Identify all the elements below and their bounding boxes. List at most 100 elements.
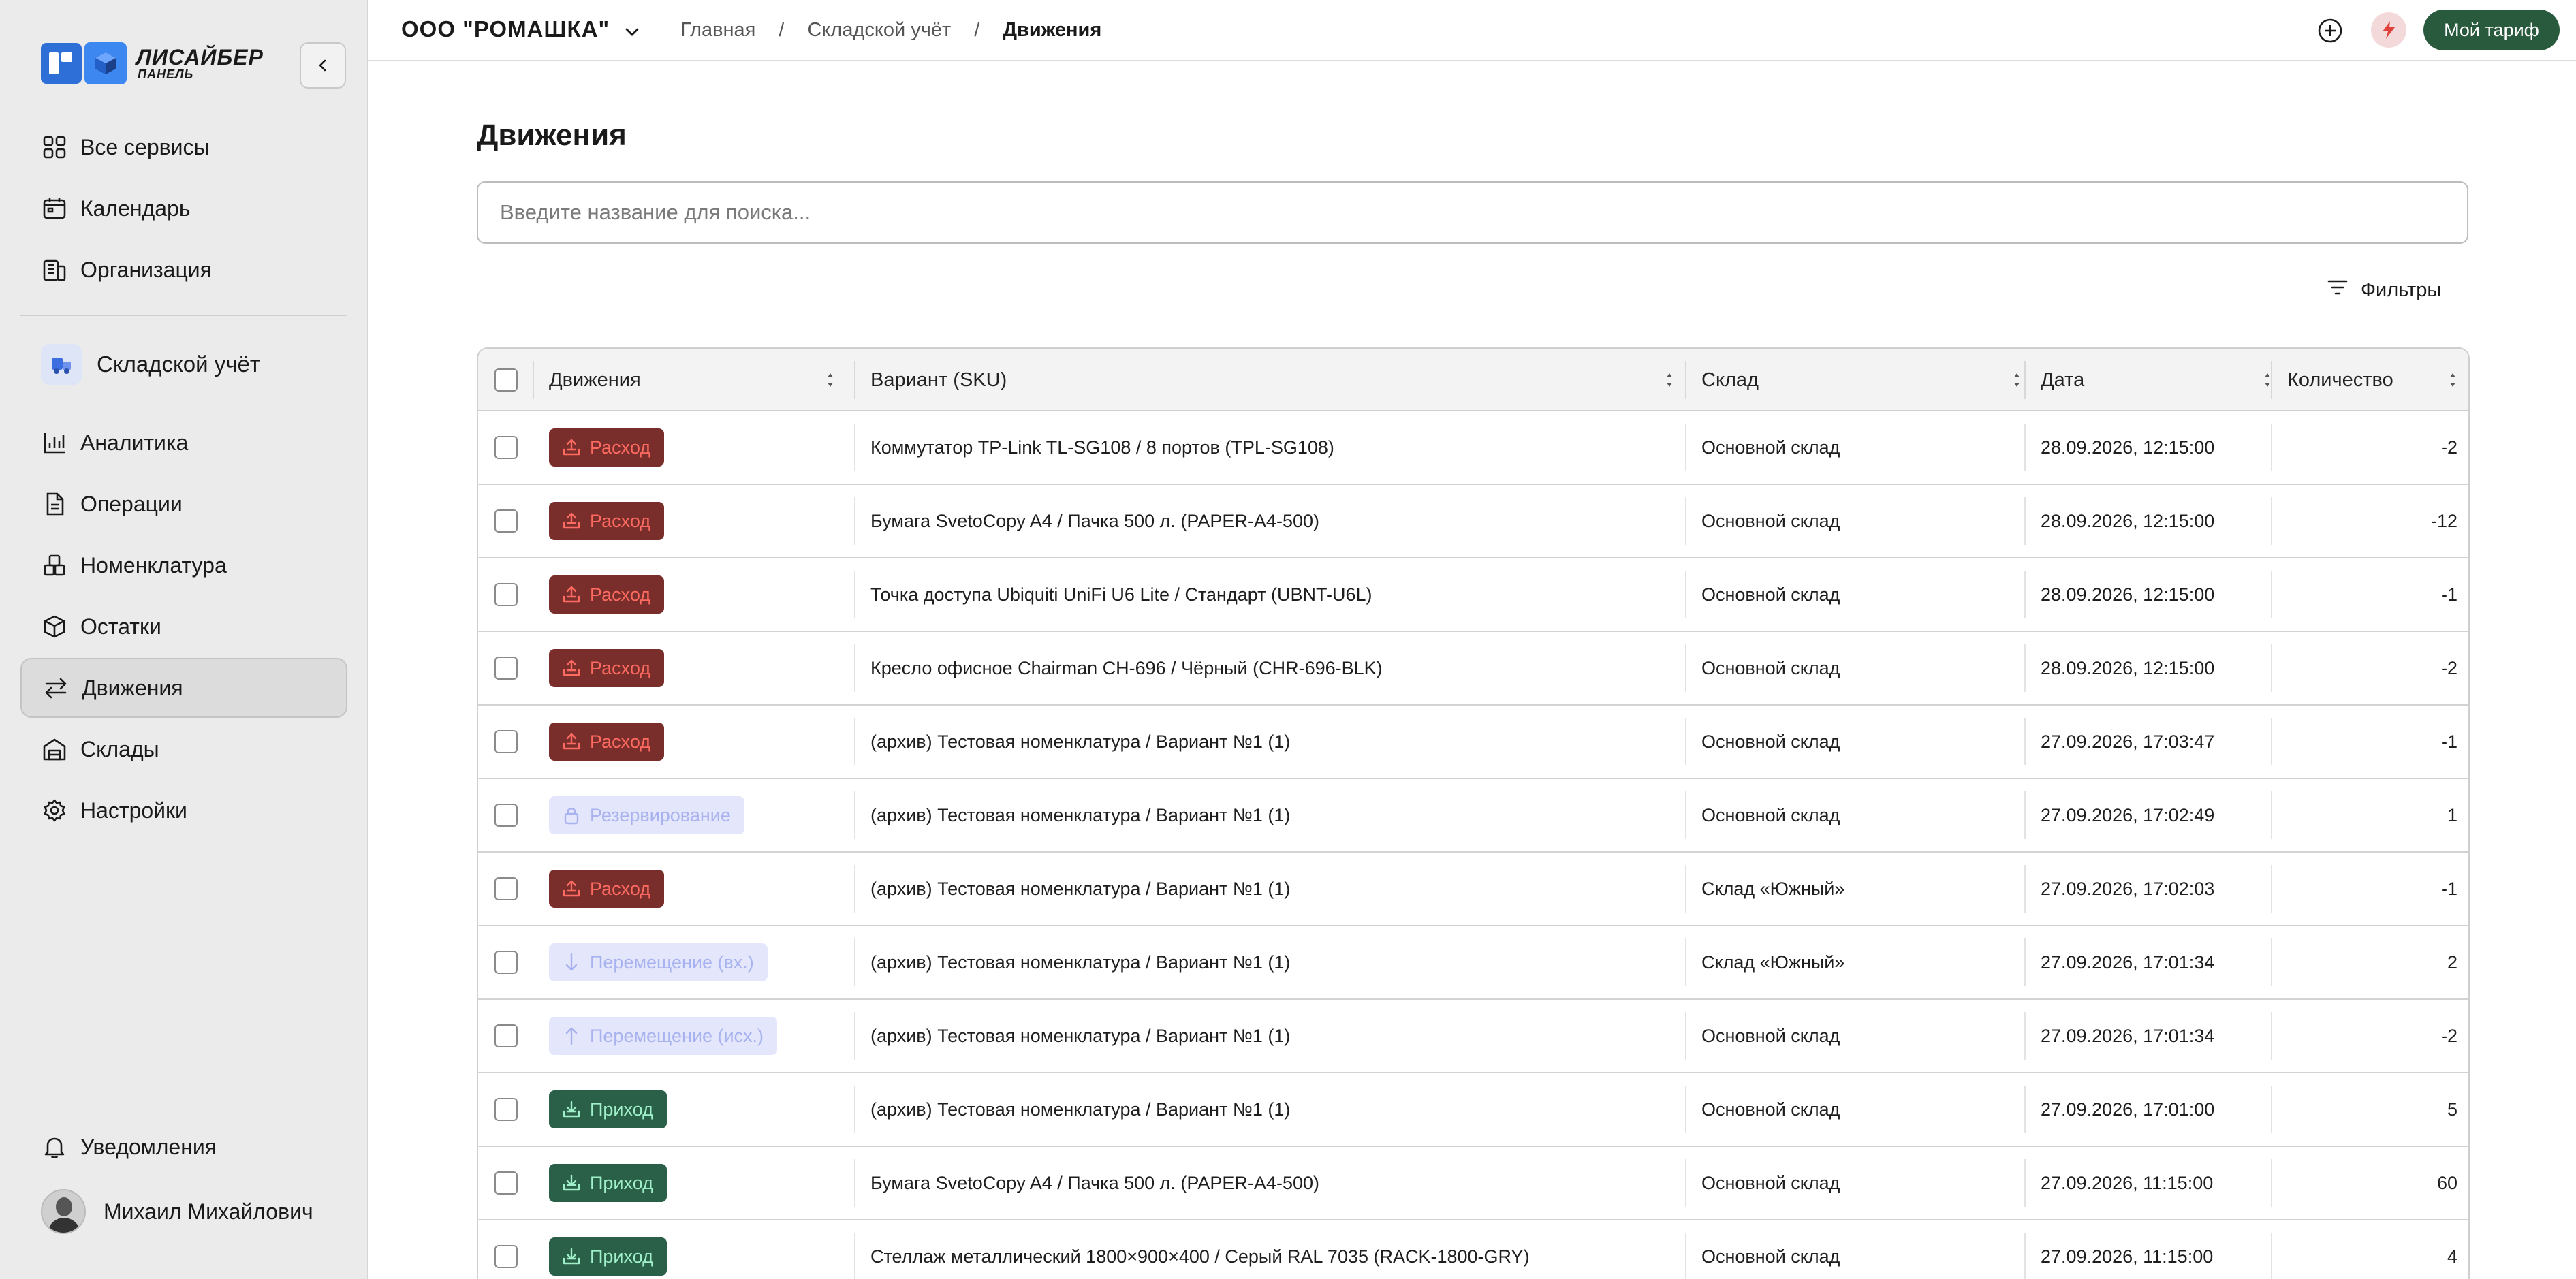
- row-checkbox[interactable]: [494, 951, 518, 974]
- cell-divider: [2024, 424, 2026, 471]
- warehouse-cell: Склад «Южный»: [1701, 878, 1845, 899]
- row-checkbox[interactable]: [494, 877, 518, 900]
- table-row[interactable]: Расход (архив) Тестовая номенклатура / Ва…: [478, 853, 2468, 926]
- cell-divider: [854, 424, 855, 471]
- movement-cell: Расход: [549, 706, 849, 778]
- search-input[interactable]: [477, 181, 2468, 244]
- my-tariff-button[interactable]: Мой тариф: [2423, 10, 2560, 50]
- warehouse-icon: [41, 736, 68, 763]
- calendar-icon: [41, 195, 68, 222]
- sku-cell: Бумага SvetoCopy A4 / Пачка 500 л. (PAPE…: [870, 1172, 1319, 1193]
- warehouse-cell: Основной склад: [1701, 1172, 1840, 1193]
- sku-cell: Бумага SvetoCopy A4 / Пачка 500 л. (PAPE…: [870, 510, 1319, 531]
- column-label: Количество: [2287, 368, 2393, 391]
- boxes-icon: [41, 552, 68, 579]
- row-checkbox[interactable]: [494, 730, 518, 753]
- table-row[interactable]: Приход Бумага SvetoCopy A4 / Пачка 500 л.…: [478, 1147, 2468, 1220]
- column-header-date[interactable]: Дата: [2041, 349, 2286, 411]
- sidebar-item-label: Уведомления: [80, 1134, 217, 1159]
- sidebar-item-analytics[interactable]: Аналитика: [20, 413, 347, 473]
- row-checkbox[interactable]: [494, 436, 518, 459]
- row-select-cell: [494, 1000, 522, 1072]
- cell-divider: [2271, 1086, 2272, 1133]
- row-checkbox[interactable]: [494, 1024, 518, 1047]
- org-selector[interactable]: ООО "РОМАШКА": [401, 16, 640, 42]
- sidebar-item-organization[interactable]: Организация: [20, 240, 347, 300]
- row-checkbox[interactable]: [494, 657, 518, 680]
- column-header-sku[interactable]: Вариант (SKU): [870, 349, 1688, 411]
- date-cell: 28.09.2026, 12:15:00: [2041, 584, 2215, 605]
- lightning-icon[interactable]: [2371, 12, 2406, 48]
- table-row[interactable]: Приход Стеллаж металлический 1800×900×400…: [478, 1220, 2468, 1279]
- sidebar-item-all-services[interactable]: Все сервисы: [20, 117, 347, 177]
- cell-divider: [854, 1086, 855, 1133]
- breadcrumb-warehouse[interactable]: Складской учёт: [807, 19, 951, 42]
- movement-badge: Приход: [549, 1237, 667, 1276]
- sidebar-item-label: Операции: [80, 491, 183, 516]
- movement-badge: Перемещение (исх.): [549, 1017, 778, 1055]
- cell-divider: [2271, 1159, 2272, 1207]
- table-row[interactable]: Резервирование (архив) Тестовая номенклат…: [478, 779, 2468, 853]
- quantity-cell: -1: [2440, 731, 2457, 752]
- row-checkbox[interactable]: [494, 1245, 518, 1268]
- cell-divider: [854, 718, 855, 765]
- breadcrumb-home[interactable]: Главная: [680, 19, 755, 42]
- row-checkbox[interactable]: [494, 509, 518, 533]
- cell-divider: [854, 938, 855, 986]
- quantity-cell: 4: [2447, 1246, 2457, 1267]
- add-circle-icon[interactable]: [2314, 15, 2346, 46]
- row-checkbox[interactable]: [494, 1098, 518, 1121]
- table-row[interactable]: Расход (архив) Тестовая номенклатура / Ва…: [478, 706, 2468, 779]
- row-checkbox[interactable]: [494, 1171, 518, 1195]
- table-row[interactable]: Перемещение (вх.) (архив) Тестовая номенк…: [478, 926, 2468, 1000]
- quantity-cell: 1: [2447, 804, 2457, 825]
- row-select-cell: [494, 1147, 522, 1219]
- quantity-cell: 2: [2447, 951, 2457, 973]
- sidebar-item-calendar[interactable]: Календарь: [20, 178, 347, 238]
- cell-divider: [1685, 718, 1686, 765]
- sidebar-item-warehouses[interactable]: Склады: [20, 719, 347, 779]
- sidebar-item-operations[interactable]: Операции: [20, 474, 347, 534]
- table-row[interactable]: Расход Кресло офисное Chairman CH-696 / Ч…: [478, 632, 2468, 706]
- app-logo[interactable]: ЛИСАЙБЕР ПАНЕЛЬ: [41, 42, 264, 84]
- sidebar-item-settings[interactable]: Настройки: [20, 780, 347, 840]
- user-profile[interactable]: Михаил Михайлович: [41, 1189, 313, 1234]
- sidebar-item-stock[interactable]: Остатки: [20, 597, 347, 657]
- cell-divider: [2271, 1233, 2272, 1279]
- sku-cell: Стеллаж металлический 1800×900×400 / Сер…: [870, 1246, 1530, 1267]
- table-row[interactable]: Перемещение (исх.) (архив) Тестовая номен…: [478, 1000, 2468, 1073]
- date-cell: 27.09.2026, 17:02:49: [2041, 804, 2215, 825]
- sidebar-item-movements[interactable]: Движения: [20, 658, 347, 718]
- row-checkbox[interactable]: [494, 804, 518, 827]
- movement-label: Расход: [590, 731, 651, 752]
- cell-divider: [2024, 1086, 2026, 1133]
- column-header-warehouse[interactable]: Склад: [1701, 349, 2035, 411]
- movement-label: Расход: [590, 657, 651, 678]
- column-divider: [2024, 361, 2026, 399]
- sidebar-item-nomenclature[interactable]: Номенклатура: [20, 535, 347, 595]
- warehouse-cell: Основной склад: [1701, 1246, 1840, 1267]
- cell-divider: [2024, 497, 2026, 545]
- table-row[interactable]: Расход Коммутатор TP-Link TL-SG108 / 8 по…: [478, 411, 2468, 485]
- column-label: Склад: [1701, 368, 1759, 391]
- arrows-swap-icon: [42, 674, 69, 701]
- table-row[interactable]: Расход Точка доступа Ubiquiti UniFi U6 Li…: [478, 558, 2468, 632]
- sidebar-item-notifications[interactable]: Уведомления: [20, 1117, 347, 1177]
- table-row[interactable]: Приход (архив) Тестовая номенклатура / Ва…: [478, 1073, 2468, 1147]
- sort-icon: [2014, 373, 2020, 387]
- column-header-quantity[interactable]: Количество: [2287, 349, 2468, 411]
- cell-divider: [2271, 791, 2272, 839]
- cell-divider: [2271, 497, 2272, 545]
- quantity-cell: -1: [2440, 878, 2457, 899]
- sidebar-item-label: Календарь: [80, 195, 191, 221]
- filters-button[interactable]: Фильтры: [2327, 278, 2441, 302]
- select-all-checkbox[interactable]: [494, 368, 518, 392]
- table-row[interactable]: Расход Бумага SvetoCopy A4 / Пачка 500 л.…: [478, 485, 2468, 558]
- sidebar-module-warehouse[interactable]: Складской учёт: [20, 336, 260, 392]
- movement-label: Приход: [590, 1246, 653, 1267]
- column-header-movement[interactable]: Движения: [549, 349, 849, 411]
- building-icon: [41, 256, 68, 283]
- date-cell: 27.09.2026, 17:02:03: [2041, 878, 2215, 899]
- collapse-sidebar-button[interactable]: [300, 42, 346, 89]
- row-checkbox[interactable]: [494, 583, 518, 606]
